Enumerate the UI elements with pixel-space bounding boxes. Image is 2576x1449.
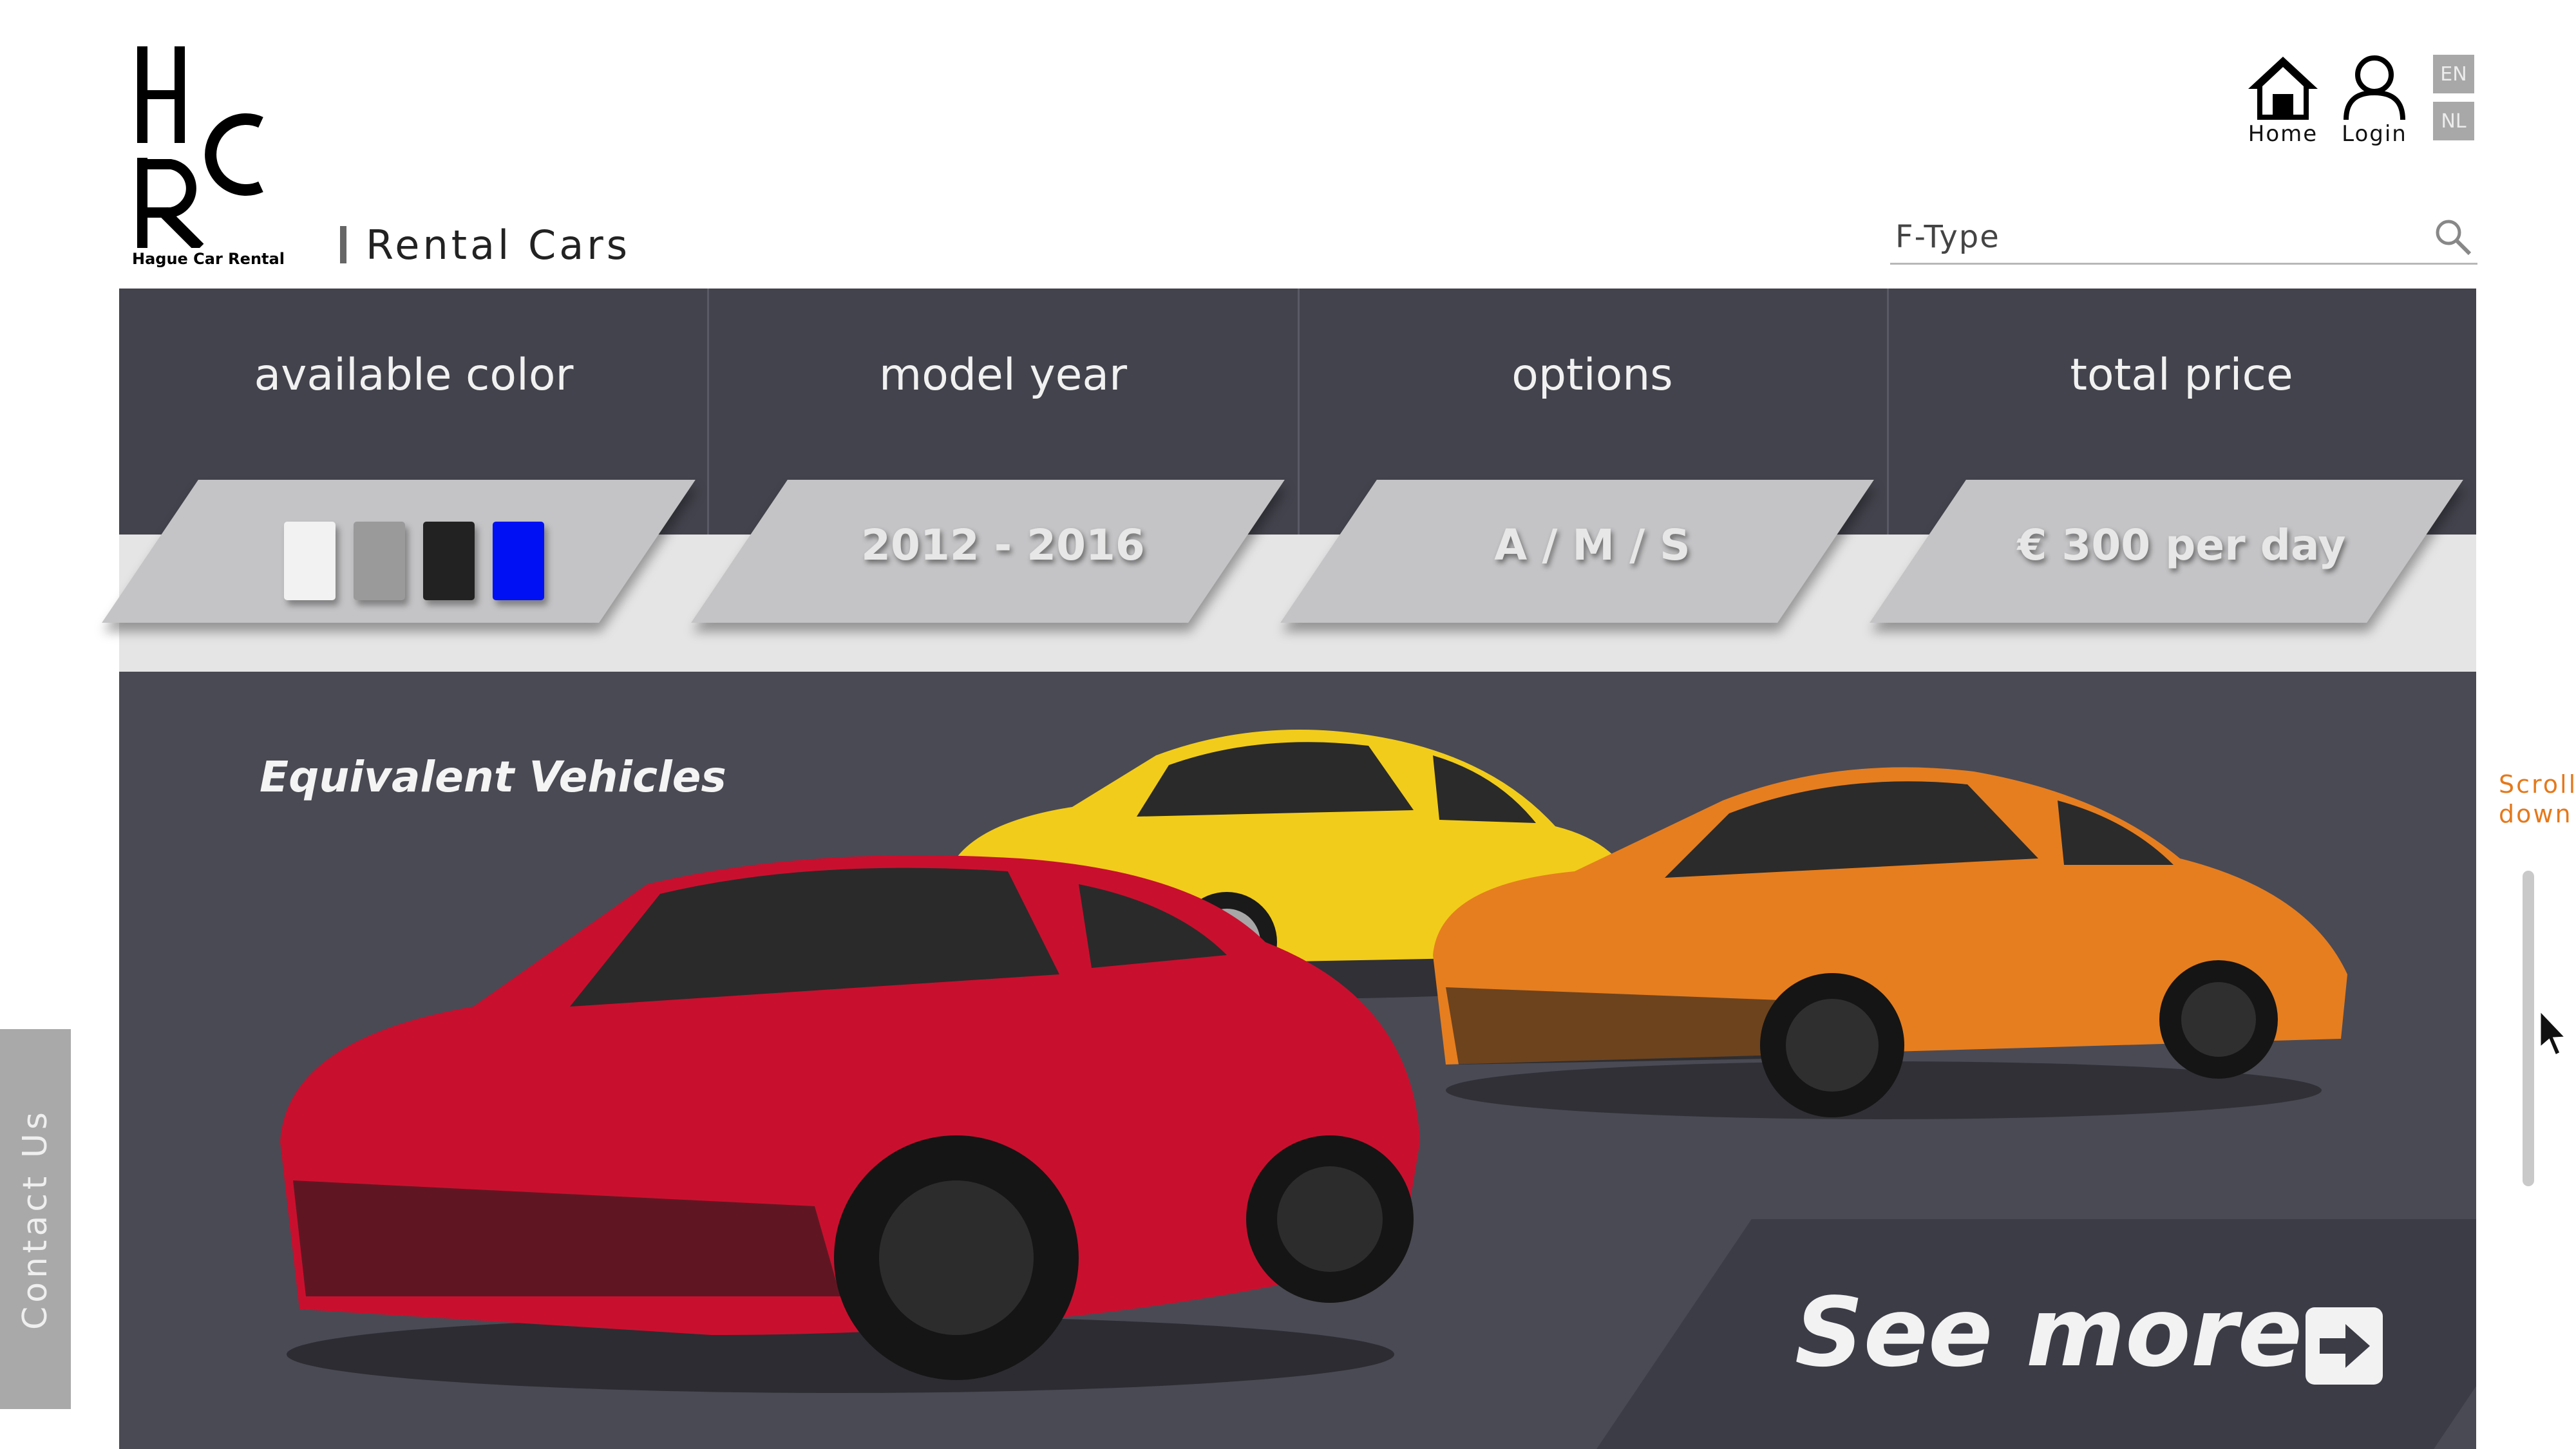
spec-panel: available color model year 2012 - 2016 o… xyxy=(102,289,2476,672)
contact-us-tab[interactable]: Contact Us xyxy=(0,1029,71,1409)
hcr-logo-mark xyxy=(137,46,263,248)
nav-login-label: Login xyxy=(2342,121,2407,147)
search-icon[interactable] xyxy=(2432,216,2472,256)
top-nav: Home Login xyxy=(2244,53,2413,147)
spec-color: available color xyxy=(102,289,708,672)
see-more-label: See more xyxy=(1795,1277,2303,1388)
search-bar xyxy=(1890,211,2477,265)
title-divider xyxy=(340,226,346,263)
color-swatch-gray[interactable] xyxy=(353,522,405,600)
spec-color-label: available color xyxy=(254,350,574,401)
spec-options: options A / M / S xyxy=(1280,289,1887,672)
user-icon xyxy=(2344,55,2405,120)
spec-total-price-label: total price xyxy=(2070,350,2293,401)
section-heading: Equivalent Vehicles xyxy=(260,752,726,802)
color-swatches xyxy=(119,522,708,600)
see-more-button[interactable]: See more xyxy=(1549,1219,2476,1449)
page-title-text: Rental Cars xyxy=(366,221,631,269)
home-icon xyxy=(2248,57,2318,120)
spec-options-value: A / M / S xyxy=(1494,520,1690,570)
vehicle-image-orange-gt[interactable] xyxy=(1420,743,2380,1129)
language-switcher: EN NL xyxy=(2433,55,2474,140)
contact-us-label: Contact Us xyxy=(16,1108,55,1330)
page-title: Rental Cars xyxy=(340,221,631,269)
mouse-pointer-icon xyxy=(2539,1008,2568,1057)
nav-home-label: Home xyxy=(2248,121,2318,147)
color-swatch-black[interactable] xyxy=(422,522,475,600)
lang-nl-button[interactable]: NL xyxy=(2433,102,2474,140)
search-input[interactable] xyxy=(1890,211,2416,263)
color-swatch-white[interactable] xyxy=(283,522,336,600)
nav-login[interactable]: Login xyxy=(2336,53,2413,147)
scroll-hint-line-1: Scroll xyxy=(2499,770,2576,799)
color-swatch-blue[interactable] xyxy=(492,522,544,600)
spec-total-price: total price € 300 per day xyxy=(1870,289,2476,672)
spec-total-price-value: € 300 per day xyxy=(2017,520,2346,570)
vehicle-image-red-muscle-car[interactable] xyxy=(261,846,1439,1406)
equivalent-vehicles-section: Equivalent Vehicles See more xyxy=(119,672,2476,1449)
spec-model-year-label: model year xyxy=(878,350,1128,401)
spec-model-year: model year 2012 - 2016 xyxy=(691,289,1298,672)
arrow-right-icon xyxy=(2306,1307,2383,1385)
scroll-hint-line-2: down xyxy=(2499,800,2573,828)
brand-name: Hague Car Rental xyxy=(132,250,285,268)
nav-home[interactable]: Home xyxy=(2244,53,2322,147)
scroll-hint: Scroll down xyxy=(2499,770,2576,829)
spec-model-year-value: 2012 - 2016 xyxy=(861,520,1145,570)
logo[interactable]: Hague Car Rental xyxy=(132,45,285,268)
lang-en-button[interactable]: EN xyxy=(2433,55,2474,93)
spec-options-label: options xyxy=(1511,350,1673,401)
scrollbar-thumb[interactable] xyxy=(2523,871,2534,1186)
